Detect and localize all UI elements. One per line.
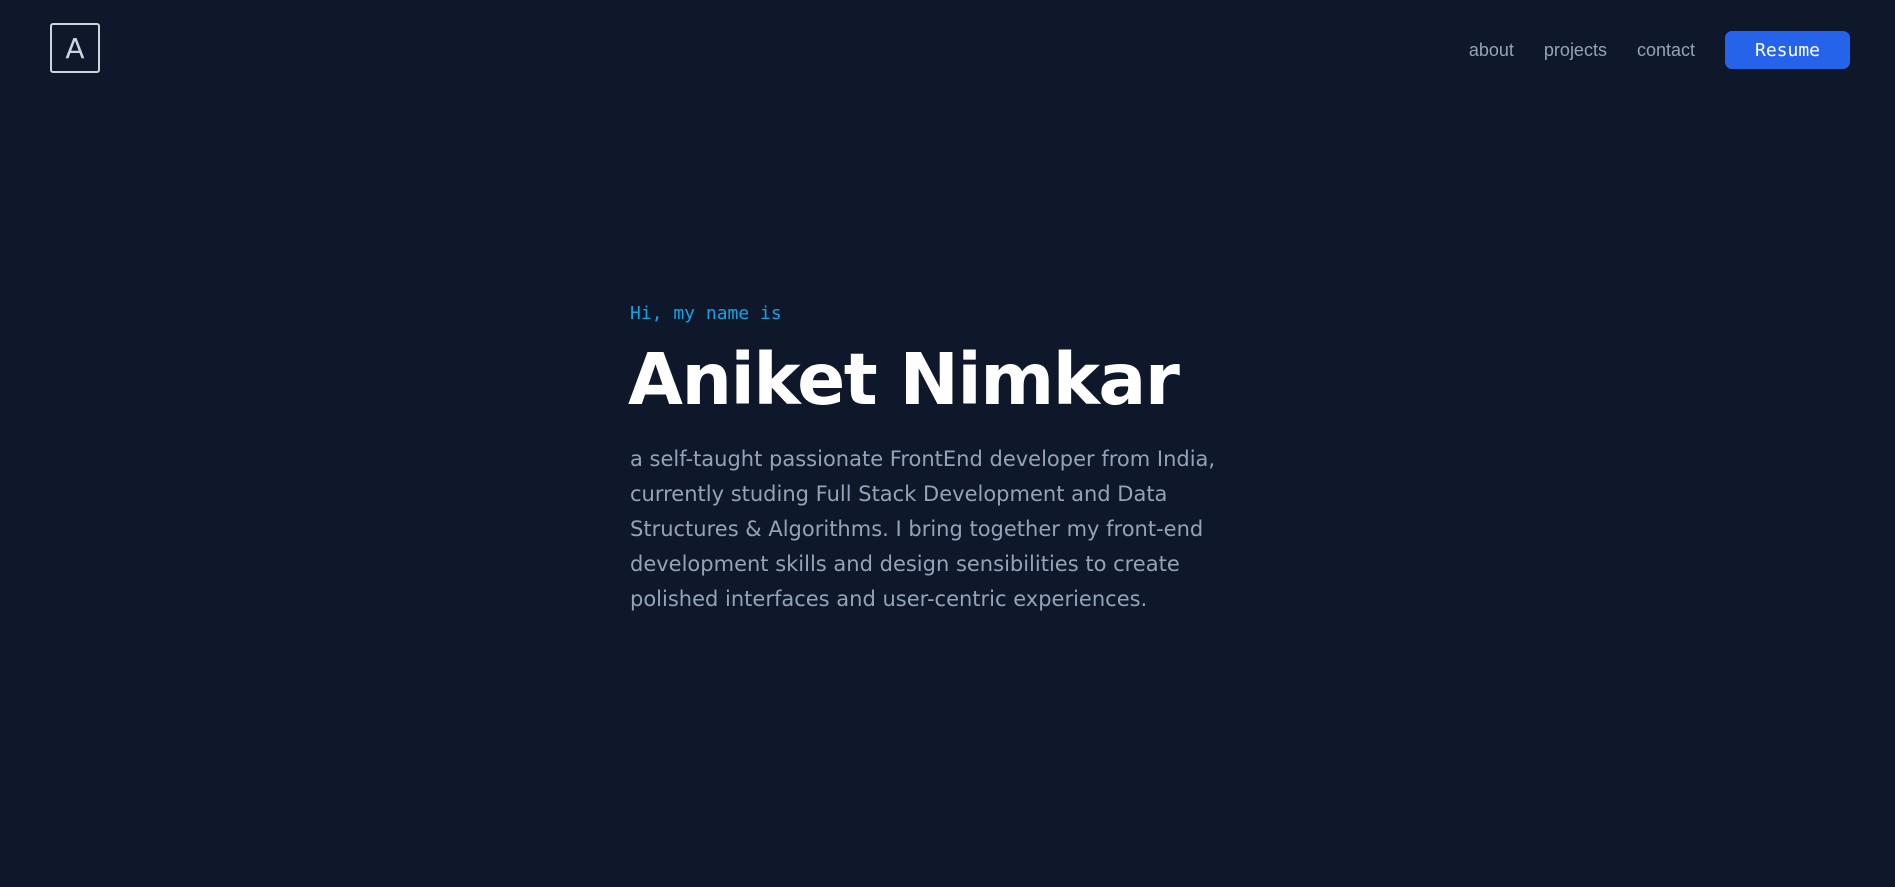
nav-link-contact[interactable]: contact bbox=[1637, 40, 1695, 61]
logo-button[interactable]: A bbox=[50, 23, 100, 73]
top-nav: about projects contact Resume bbox=[1469, 31, 1850, 69]
nav-link-projects[interactable]: projects bbox=[1544, 40, 1607, 61]
resume-button[interactable]: Resume bbox=[1725, 31, 1850, 69]
hero-bio: a self-taught passionate FrontEnd develo… bbox=[630, 447, 1216, 611]
hero-section: Hi, my name is Aniket Nimkar a self-taug… bbox=[628, 300, 1250, 617]
logo-letter: A bbox=[65, 31, 85, 65]
hero-name: Aniket Nimkar bbox=[628, 338, 1180, 421]
hero-greeting: Hi, my name is bbox=[630, 303, 782, 324]
nav-link-about[interactable]: about bbox=[1469, 40, 1514, 61]
